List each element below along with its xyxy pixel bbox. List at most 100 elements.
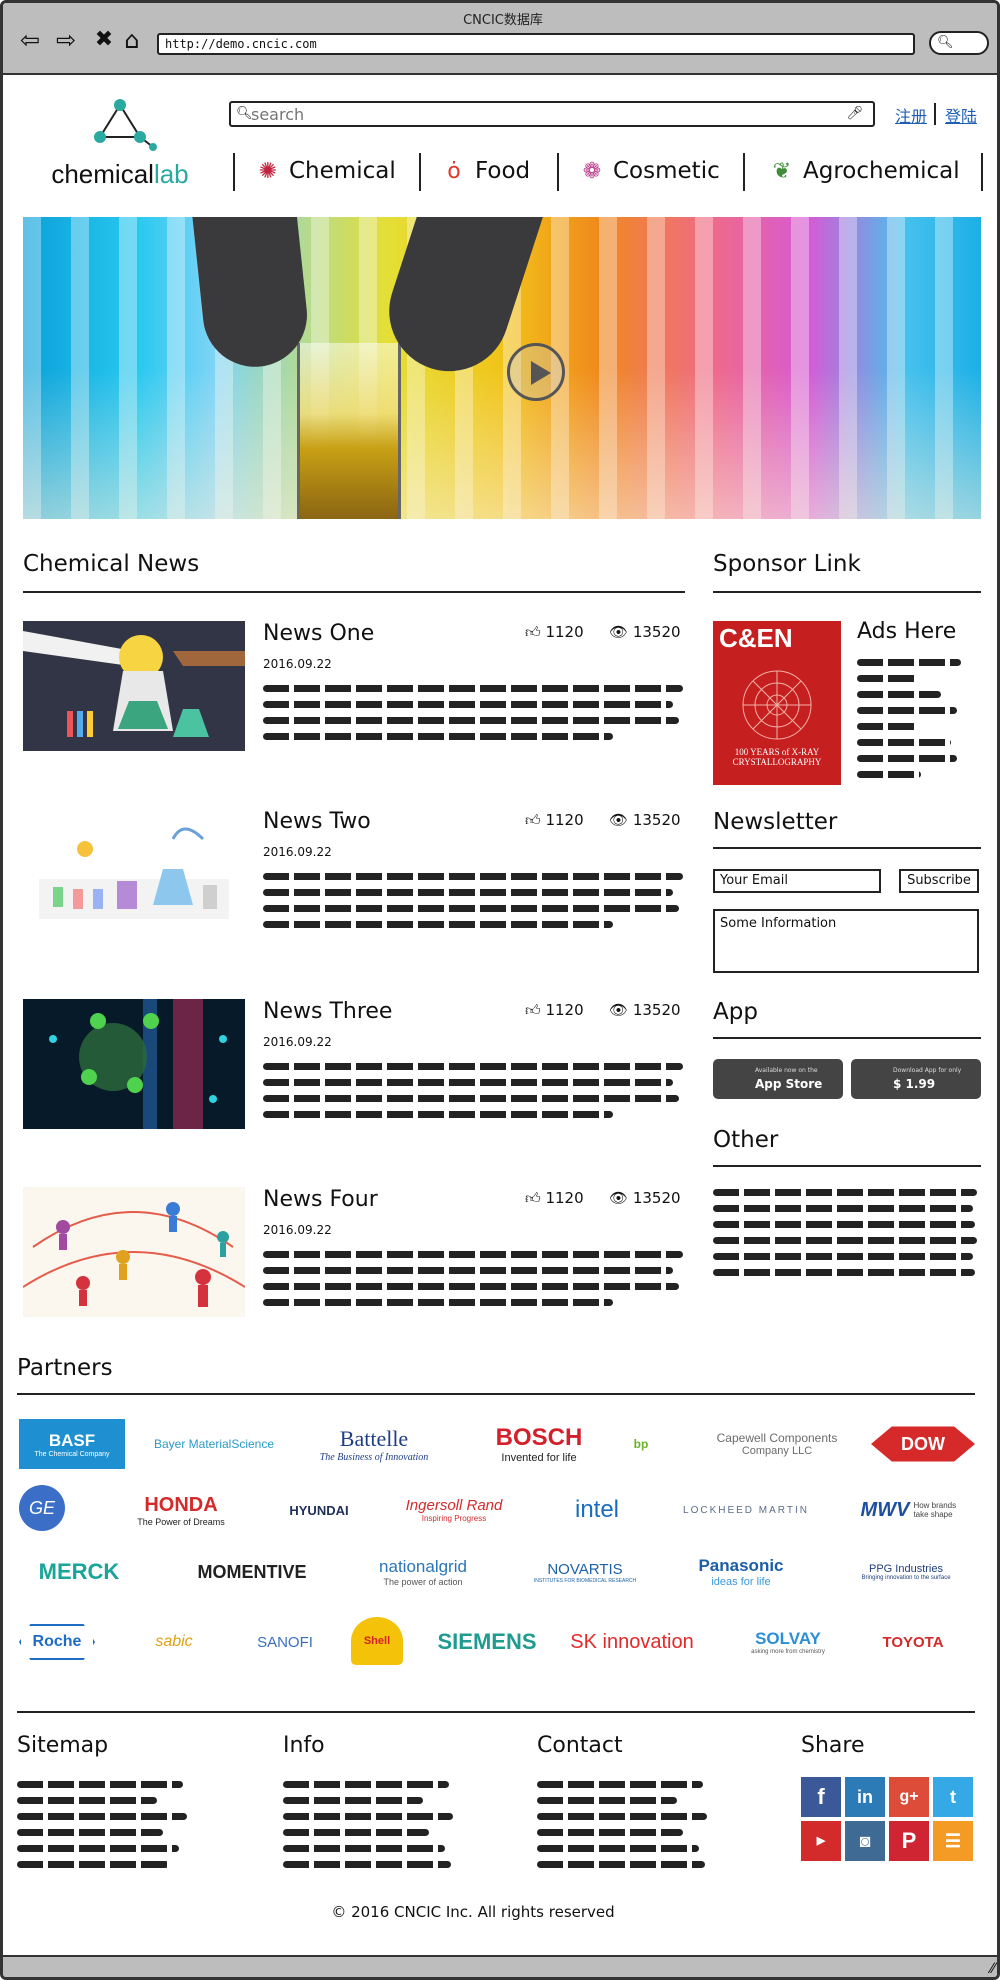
partner-panasonic[interactable]: Panasonic ideas for life [681, 1547, 801, 1597]
twitter-icon[interactable]: t [933, 1777, 973, 1817]
partner-hyundai[interactable]: HYUNDAI [279, 1485, 359, 1535]
partner-novartis[interactable]: NOVARTIS INSTITUTES FOR BIOMEDICAL RESEAR… [525, 1547, 645, 1597]
auth-divider [934, 103, 936, 125]
linkedin-icon[interactable]: in [845, 1777, 885, 1817]
partner-merck[interactable]: MERCK [19, 1547, 139, 1597]
login-link[interactable]: 登陆 [945, 103, 977, 127]
nav-item-chemical[interactable]: ✺ Chemical [253, 155, 396, 187]
subscribe-button[interactable]: Subscribe [899, 869, 979, 893]
partners-divider [17, 1393, 975, 1395]
partner-basf[interactable]: BASF The Chemical Company [19, 1419, 125, 1469]
partner-momentive[interactable]: MOMENTIVE [177, 1547, 327, 1597]
facebook-icon[interactable]: f [801, 1777, 841, 1817]
info-textarea[interactable]: Some Information [713, 909, 979, 973]
partner-sabic[interactable]: sabic [129, 1617, 219, 1667]
back-icon[interactable]: ⇦ [17, 27, 43, 53]
pinterest-icon[interactable]: P [889, 1821, 929, 1861]
partner-bosch[interactable]: BOSCH Invented for life [459, 1419, 619, 1469]
partner-nationalgrid[interactable]: nationalgrid The power of action [363, 1547, 483, 1597]
instagram-icon[interactable]: ◙ [845, 1821, 885, 1861]
news-image-1[interactable] [23, 621, 245, 751]
likes-4[interactable]: 👍︎ 1120 [525, 1189, 584, 1208]
nav-item-food[interactable]: ȯ Food [439, 155, 530, 187]
ad-title[interactable]: Ads Here [857, 619, 956, 644]
footer-sitemap-links[interactable] [17, 1781, 187, 1877]
sponsor-title: Sponsor Link [713, 551, 861, 577]
copyright: © 2016 CNCIC Inc. All rights reserved [331, 1903, 615, 1921]
site-search[interactable]: 🔍︎ 🎤︎ [229, 101, 875, 127]
eye-icon: 👁︎ [609, 811, 629, 829]
news-image-4[interactable] [23, 1187, 245, 1317]
likes-3[interactable]: 👍︎ 1120 [525, 1001, 584, 1020]
partner-roche[interactable]: Roche [19, 1624, 95, 1660]
address-bar[interactable]: http://demo.cncic.com [157, 33, 915, 55]
news-date-1: 2016.09.22 [263, 657, 332, 671]
sponsor-ad-image[interactable]: C&EN 100 YEARS of X-RAY CRYSTALLOGRAPHY [713, 621, 841, 785]
partner-shell[interactable]: Shell [351, 1617, 403, 1665]
partner-mwv[interactable]: MWV How brands take shape [847, 1485, 973, 1535]
email-field[interactable]: Your Email [713, 869, 881, 893]
views-3: 👁︎ 13520 [609, 1001, 681, 1019]
news-title-2[interactable]: News Two [263, 809, 371, 834]
partner-dow[interactable]: DOW [871, 1426, 975, 1462]
sponsor-divider [713, 591, 981, 593]
partner-sanofi[interactable]: SANOFI [245, 1617, 325, 1667]
nav-item-agrochemical[interactable]: ❦ Agrochemical [767, 155, 960, 187]
ad-image-caption: 100 YEARS of X-RAY CRYSTALLOGRAPHY [732, 747, 822, 767]
news-image-2[interactable] [23, 809, 245, 939]
partner-honda[interactable]: HONDA The Power of Dreams [101, 1485, 261, 1535]
likes-1[interactable]: 👍︎ 1120 [525, 623, 584, 642]
likes-2[interactable]: 👍︎ 1120 [525, 811, 584, 830]
partner-battelle[interactable]: Battelle The Business of Innovation [299, 1419, 449, 1469]
search-input[interactable] [251, 105, 831, 123]
hero-fade [23, 369, 981, 519]
footer-info-links[interactable] [283, 1781, 453, 1877]
hero-video[interactable] [23, 217, 981, 519]
app-store-label: App Store [755, 1077, 823, 1091]
ad-text [857, 659, 977, 787]
chemical-icon: ✺ [258, 159, 278, 184]
stop-icon[interactable]: ✖ [91, 27, 117, 53]
news-title-3[interactable]: News Three [263, 999, 392, 1024]
googleplus-icon[interactable]: g+ [889, 1777, 929, 1817]
news-title-4[interactable]: News Four [263, 1187, 378, 1212]
app-store-button[interactable]: Available now on the App Store [713, 1059, 843, 1099]
resize-handle-icon[interactable]: ⁄⁄ [990, 1961, 995, 1977]
partner-intel[interactable]: intel [557, 1485, 637, 1535]
partner-solvay[interactable]: SOLVAY asking more from chemistry [723, 1617, 853, 1667]
agrochemical-icon: ❦ [772, 159, 792, 184]
nav-item-cosmetic[interactable]: ❁ Cosmetic [577, 155, 720, 187]
partner-ppg[interactable]: PPG Industries Bringing innovation to the… [837, 1547, 975, 1597]
download-app-button[interactable]: Download App for only $ 1.99 [851, 1059, 981, 1099]
partner-bp[interactable]: bp [621, 1419, 661, 1469]
partner-row-2: GE HONDA The Power of Dreams HYUNDAI Inge… [17, 1485, 977, 1535]
register-link[interactable]: 注册 [895, 103, 927, 127]
logo-text: chemicallab [51, 159, 189, 189]
partner-capewell[interactable]: Capewell Components Company LLC [687, 1419, 867, 1469]
partner-sk-innovation[interactable]: SK innovation [557, 1617, 707, 1667]
partner-siemens[interactable]: SIEMENS [417, 1617, 557, 1667]
partner-bayer[interactable]: Bayer MaterialScience [139, 1419, 289, 1469]
youtube-icon[interactable]: ▶ [801, 1821, 841, 1861]
partner-toyota[interactable]: TOYOTA [865, 1617, 961, 1667]
news-summary-4 [263, 1251, 683, 1315]
eye-icon: 👁︎ [609, 1189, 629, 1207]
browser-search-icon[interactable]: 🔍︎ [929, 31, 989, 55]
partner-ingersoll-rand[interactable]: Ingersoll Rand Inspiring Progress [379, 1485, 529, 1535]
news-title-1[interactable]: News One [263, 621, 374, 646]
partner-lockheed[interactable]: LOCKHEED MARTIN [661, 1485, 831, 1535]
app-store-small: Available now on the [755, 1067, 818, 1074]
news-date-2: 2016.09.22 [263, 845, 332, 859]
app-divider [713, 1037, 981, 1039]
news-image-3[interactable] [23, 999, 245, 1129]
home-icon[interactable]: ⌂ [119, 27, 145, 53]
play-icon[interactable] [507, 343, 565, 401]
footer-sitemap-title: Sitemap [17, 1733, 109, 1758]
site-logo[interactable]: chemicallab [25, 95, 215, 195]
forward-icon[interactable]: ⇨ [53, 27, 79, 53]
rss-icon[interactable]: ☰ [933, 1821, 973, 1861]
microphone-icon[interactable]: 🎤︎ [846, 106, 863, 121]
partner-ge[interactable]: GE [19, 1485, 65, 1531]
other-divider [713, 1165, 981, 1167]
footer-contact-links[interactable] [537, 1781, 707, 1877]
